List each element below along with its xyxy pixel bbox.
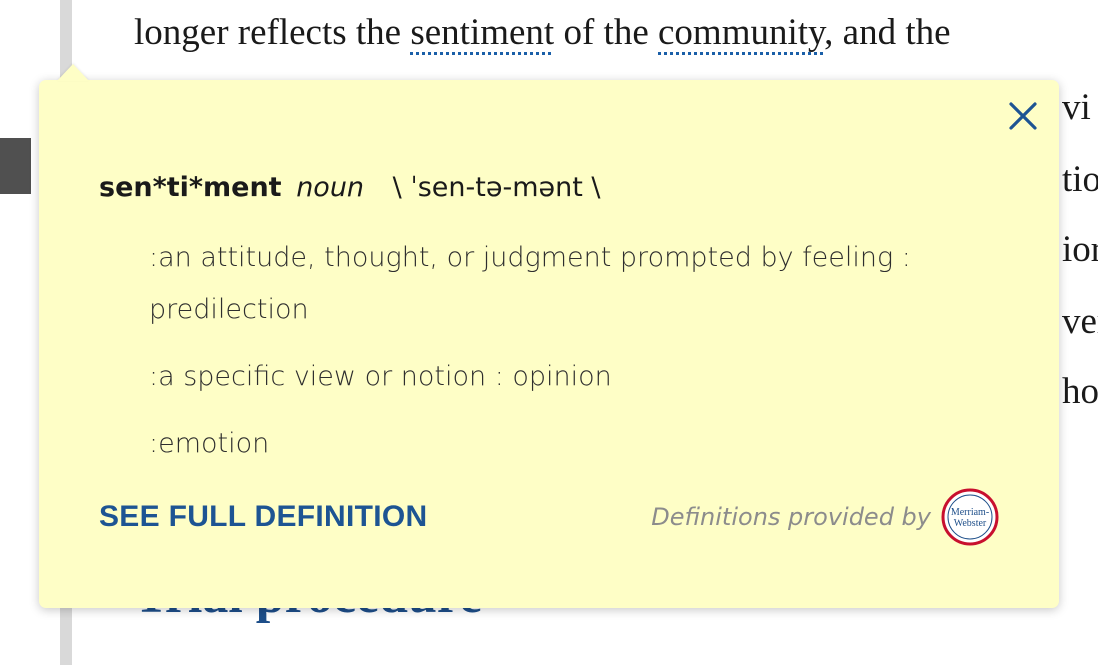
- glossary-term-community[interactable]: community: [658, 12, 824, 53]
- definition-item: :emotion: [149, 428, 270, 459]
- merriam-webster-logo[interactable]: Merriam- Webster: [941, 488, 999, 546]
- part-of-speech: noun: [296, 172, 365, 203]
- popup-pointer: [57, 64, 89, 81]
- close-button[interactable]: [1005, 98, 1041, 134]
- headword: sen*ti*ment: [99, 172, 282, 203]
- article-fragment: ver: [1062, 301, 1098, 342]
- glossary-term-sentiment[interactable]: sentiment: [410, 12, 554, 53]
- article-text: longer reflects the: [134, 12, 411, 53]
- article-text: , and the: [824, 12, 951, 53]
- headword-line: sen*ti*ment noun \ ˈsen-tə-mənt \: [99, 171, 601, 205]
- see-full-definition-link[interactable]: SEE FULL DEFINITION: [99, 500, 428, 534]
- sidebar-tab[interactable]: [0, 138, 31, 194]
- logo-text-top: Merriam-: [951, 507, 989, 518]
- definition-item: :a specific view or notion : opinion: [149, 361, 612, 392]
- article-text: of the: [554, 12, 658, 53]
- logo-text-bottom: Webster: [954, 518, 987, 529]
- article-fragment: ho: [1062, 371, 1098, 412]
- definition-item: :an attitude, thought, or judgment promp…: [149, 242, 911, 325]
- article-fragment: vi: [1062, 87, 1091, 128]
- article-fragment: tio: [1062, 159, 1098, 200]
- definition-popup: sen*ti*ment noun \ ˈsen-tə-mənt \ :an at…: [39, 64, 1059, 608]
- pronunciation: \ ˈsen-tə-mənt \: [392, 172, 601, 203]
- attribution-text: Definitions provided by: [651, 503, 931, 531]
- close-icon: [1009, 102, 1037, 130]
- article-fragment: ior: [1062, 229, 1098, 270]
- article-line: longer reflects the sentiment of the com…: [134, 11, 951, 55]
- definition-list: :an attitude, thought, or judgment promp…: [149, 232, 949, 485]
